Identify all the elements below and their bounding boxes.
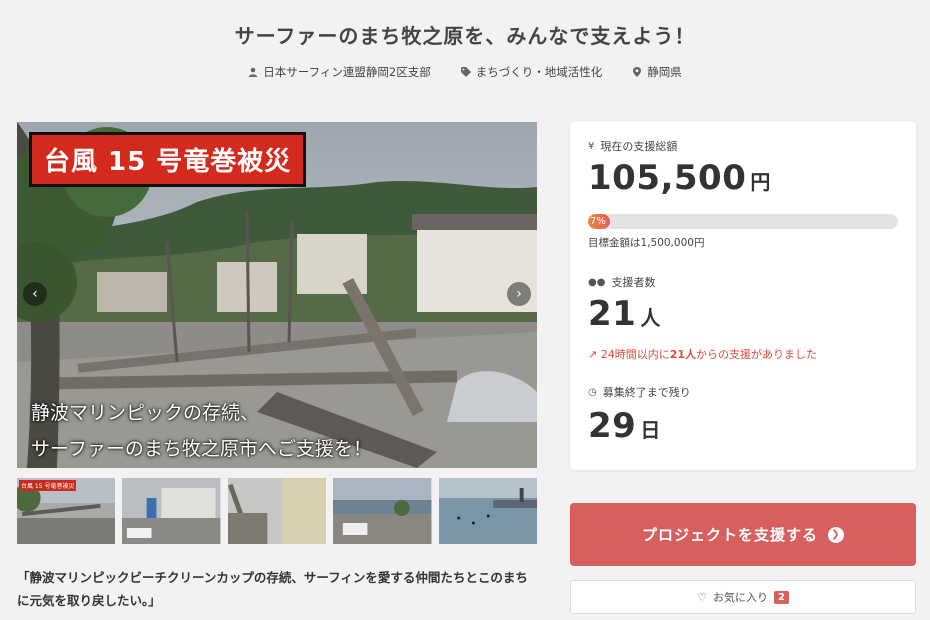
thumbnail-image: [333, 478, 432, 544]
clock-icon: ◷: [588, 386, 597, 398]
recent-prefix: 24時間以内に: [600, 348, 670, 361]
owner-item[interactable]: 日本サーフィン連盟静岡2区支部: [248, 64, 431, 80]
support-project-button[interactable]: プロジェクトを支援する ❯: [570, 503, 916, 566]
chevron-right-icon: ›: [516, 286, 522, 302]
total-label-row: ¥ 現在の支援総額: [588, 138, 677, 154]
total-label: 現在の支援総額: [600, 140, 678, 153]
user-icon: [249, 67, 258, 77]
supporters-label: 支援者数: [611, 276, 656, 289]
page-title: サーファーのまち牧之原を、みんなで支えよう！: [234, 24, 696, 48]
thumbnail-image: [122, 478, 221, 544]
thumbnail-label: 台風 15 号竜巻被災: [19, 480, 77, 491]
supporters-row: 21 人: [588, 294, 661, 334]
thumbnail-image: [438, 478, 538, 544]
stats-card: ¥ 現在の支援総額 105,500 円 7% 目標金額は1,500,000円 ●●…: [570, 122, 916, 470]
thumbnail-strip: 台風 15 号竜巻被災: [17, 478, 538, 544]
hero-caption-line1: 静波マリンピックの存続、: [31, 402, 260, 424]
thumbnail-image: [227, 478, 327, 544]
thumbnail-3[interactable]: [227, 478, 327, 544]
favorite-button[interactable]: ♡ お気に入り 2: [570, 580, 916, 614]
recent-support-notice: ↗ 24時間以内に21人からの支援がありました: [588, 346, 817, 362]
location-item[interactable]: 静岡県: [632, 64, 682, 80]
favorite-label: お気に入り: [712, 591, 768, 604]
project-meta: 日本サーフィン連盟静岡2区支部 まちづくり・地域活性化 静岡県: [0, 64, 930, 80]
recent-count: 21人: [669, 348, 697, 361]
next-slide-button[interactable]: ›: [507, 282, 531, 306]
users-icon: ●●: [588, 276, 606, 288]
category-item[interactable]: まちづくり・地域活性化: [460, 64, 603, 80]
thumbnail-4[interactable]: [333, 478, 432, 544]
project-quote: 「静波マリンピックビーチクリーンカップの存続、サーフィンを愛する仲間たちとこのま…: [17, 570, 528, 608]
arrow-right-circle-icon: ❯: [828, 526, 844, 543]
progress-percent: 7%: [590, 216, 606, 227]
thumbnail-5[interactable]: [438, 478, 538, 544]
remaining-label: 募集終了まで残り: [602, 386, 691, 399]
total-amount: 105,500: [588, 158, 747, 198]
funding-progress-bar: [588, 214, 898, 229]
heart-icon: ♡: [697, 590, 707, 604]
total-unit: 円: [750, 170, 771, 194]
supporters-count: 21: [588, 294, 637, 334]
remaining-row: 29 日: [588, 406, 661, 446]
favorite-count-badge: 2: [773, 590, 789, 604]
hero-image[interactable]: 台風 15 号竜巻被災 静波マリンピックの存続、 サーファーのまち牧之原市へご支…: [17, 122, 537, 468]
supporters-label-row: ●● 支援者数: [588, 274, 655, 290]
support-button-label: プロジェクトを支援する: [641, 526, 818, 544]
yen-icon: ¥: [588, 140, 595, 152]
owner-name: 日本サーフィン連盟静岡2区支部: [263, 65, 431, 79]
total-amount-row: 105,500 円: [588, 158, 771, 198]
remaining-label-row: ◷ 募集終了まで残り: [588, 384, 691, 400]
hero-caption-line2: サーファーのまち牧之原市へご支援を！: [31, 438, 372, 460]
tag-icon: [460, 67, 471, 77]
prev-slide-button[interactable]: ‹: [23, 282, 47, 306]
typhoon-label: 台風 15 号竜巻被災: [29, 132, 307, 187]
trending-icon: ↗: [588, 348, 601, 361]
thumbnail-1[interactable]: 台風 15 号竜巻被災: [17, 478, 116, 544]
location-name: 静岡県: [647, 65, 682, 79]
remaining-days: 29: [588, 406, 637, 446]
chevron-left-icon: ‹: [32, 286, 38, 302]
category-name: まちづくり・地域活性化: [475, 65, 603, 79]
map-pin-icon: [633, 67, 642, 77]
goal-amount: 目標金額は1,500,000円: [588, 237, 705, 249]
supporters-unit: 人: [640, 306, 661, 330]
remaining-unit: 日: [640, 418, 661, 442]
thumbnail-2[interactable]: [122, 478, 221, 544]
recent-suffix: からの支援がありました: [696, 348, 818, 361]
